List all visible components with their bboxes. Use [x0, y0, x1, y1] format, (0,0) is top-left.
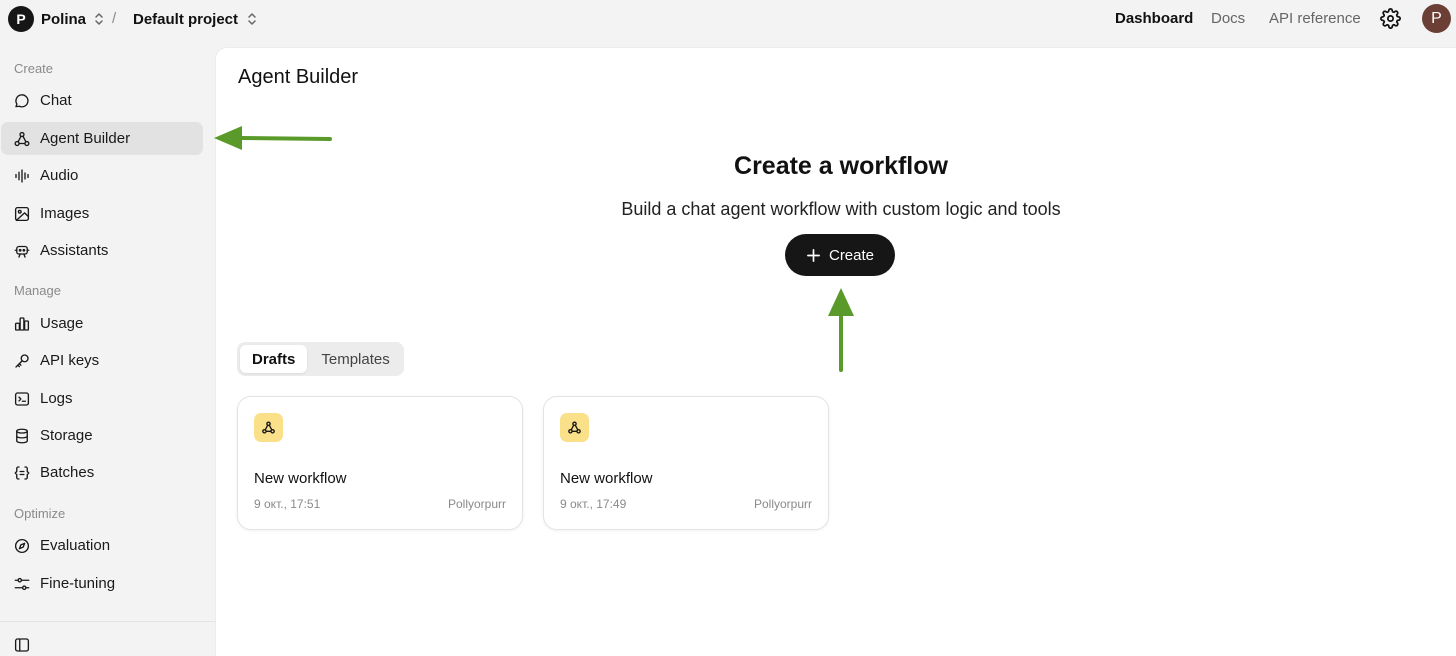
compass-icon — [14, 538, 30, 553]
sidebar-item-chat[interactable]: Chat — [1, 84, 203, 117]
gear-icon[interactable] — [1380, 8, 1401, 29]
nav-dashboard[interactable]: Dashboard — [1115, 10, 1193, 27]
breadcrumb-separator: / — [112, 10, 117, 27]
database-icon — [16, 428, 28, 443]
agent-builder-icon — [568, 421, 581, 434]
tab-templates[interactable]: Templates — [309, 345, 401, 373]
chevron-updown-icon — [248, 13, 256, 25]
key-icon — [15, 353, 29, 368]
create-button-label: Create — [828, 246, 875, 264]
sidebar-item-label: Images — [40, 205, 90, 222]
sidebar-item-fine-tuning[interactable]: Fine-tuning — [1, 567, 203, 600]
project-name: Default project — [133, 10, 239, 28]
workflow-date: 9 окт., 17:49 — [560, 497, 627, 511]
sidebar-item-usage[interactable]: Usage — [1, 307, 203, 340]
create-workflow-button[interactable]: Create — [785, 234, 895, 276]
sidebar-item-label: Assistants — [40, 242, 109, 259]
bar-chart-icon — [14, 316, 30, 331]
sidebar-item-label: API keys — [40, 352, 100, 369]
robot-icon — [14, 245, 30, 258]
top-bar: P Polina / Default project Dashboard Doc… — [0, 0, 1456, 38]
sidebar-divider — [0, 621, 215, 622]
user-avatar[interactable]: P — [1422, 4, 1451, 33]
workflow-icon-badge — [560, 413, 589, 442]
sidebar-item-assistants[interactable]: Assistants — [1, 234, 203, 267]
hero-subtitle: Build a chat agent workflow with custom … — [621, 199, 1061, 219]
sidebar-toggle-icon[interactable] — [13, 636, 31, 654]
sidebar-item-label: Logs — [40, 390, 73, 407]
terminal-icon — [14, 391, 30, 406]
workflow-date: 9 окт., 17:51 — [254, 497, 321, 511]
chevron-updown-icon — [95, 13, 103, 25]
workflow-card[interactable]: New workflow 9 окт., 17:51 Pollyorpurr — [237, 396, 523, 530]
sidebar: Create Chat Agent Builder Audio Images A… — [0, 38, 215, 656]
sidebar-item-label: Evaluation — [40, 537, 111, 554]
plus-icon — [807, 248, 820, 262]
sidebar-item-agent-builder[interactable]: Agent Builder — [1, 122, 203, 155]
sidebar-item-label: Usage — [40, 315, 84, 332]
workflow-tabs: Drafts Templates — [237, 342, 404, 376]
chat-bubble-icon — [15, 93, 29, 107]
sidebar-item-audio[interactable]: Audio — [1, 159, 203, 192]
main-content: Agent Builder Create a workflow Build a … — [215, 47, 1456, 656]
org-name: Polina — [41, 10, 87, 28]
workflow-title: New workflow — [560, 470, 653, 487]
section-label-manage: Manage — [14, 283, 61, 298]
sidebar-item-label: Batches — [40, 464, 95, 481]
nav-docs[interactable]: Docs — [1211, 10, 1245, 27]
tab-drafts[interactable]: Drafts — [240, 345, 308, 373]
sidebar-item-images[interactable]: Images — [1, 197, 203, 230]
audio-wave-icon — [15, 168, 29, 183]
page-title: Agent Builder — [238, 66, 359, 88]
workflow-owner: Pollyorpurr — [753, 497, 812, 511]
workflow-card[interactable]: New workflow 9 окт., 17:49 Pollyorpurr — [543, 396, 829, 530]
org-avatar: P — [8, 6, 34, 32]
agent-builder-icon — [262, 421, 275, 434]
sidebar-item-label: Agent Builder — [40, 130, 131, 147]
sidebar-item-label: Audio — [40, 167, 79, 184]
image-icon — [14, 206, 30, 221]
project-switcher[interactable]: Default project — [133, 6, 258, 32]
sidebar-item-label: Storage — [40, 427, 93, 444]
nav-api-reference[interactable]: API reference — [1269, 10, 1361, 27]
section-label-optimize: Optimize — [14, 506, 66, 521]
section-label-create: Create — [14, 61, 54, 76]
sidebar-item-storage[interactable]: Storage — [1, 419, 203, 452]
workflow-icon-badge — [254, 413, 283, 442]
braces-icon — [14, 465, 30, 480]
hero-title: Create a workflow — [734, 152, 948, 180]
sidebar-item-evaluation[interactable]: Evaluation — [1, 529, 203, 562]
sidebar-item-batches[interactable]: Batches — [1, 456, 203, 489]
sidebar-item-logs[interactable]: Logs — [1, 382, 203, 415]
sliders-icon — [14, 577, 30, 590]
workflow-title: New workflow — [254, 470, 347, 487]
sidebar-item-api-keys[interactable]: API keys — [1, 344, 203, 377]
sidebar-item-label: Chat — [40, 92, 72, 109]
workflow-owner: Pollyorpurr — [447, 497, 506, 511]
agent-builder-icon — [14, 131, 30, 146]
sidebar-item-label: Fine-tuning — [40, 575, 116, 592]
org-switcher[interactable]: P Polina — [8, 6, 105, 32]
